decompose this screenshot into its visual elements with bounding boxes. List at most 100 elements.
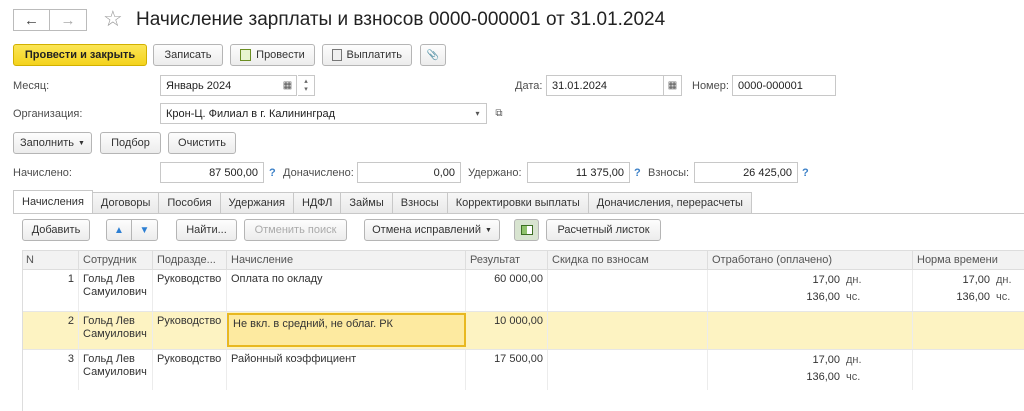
date-field[interactable]: 31.01.2024 (546, 75, 664, 96)
select-button[interactable]: Подбор (100, 132, 161, 154)
month-calendar-icon[interactable]: ▦ (279, 75, 297, 96)
favorite-star-icon[interactable]: ☆ (103, 6, 123, 32)
table-settings-icon[interactable] (514, 219, 539, 241)
row-n: 1 (22, 270, 79, 311)
col-employee[interactable]: Сотрудник (79, 251, 153, 269)
forward-arrow-icon: → (60, 11, 76, 29)
worked-days: 17,00 (812, 274, 840, 286)
tab-contributions[interactable]: Взносы (391, 192, 448, 213)
post-doc-icon (240, 49, 252, 61)
tab-accruals[interactable]: Начисления (13, 190, 93, 213)
col-department[interactable]: Подразде... (153, 251, 227, 269)
page-title: Начисление зарплаты и взносов 0000-00000… (136, 9, 666, 30)
pay-button[interactable]: Выплатить (322, 44, 412, 66)
fill-button-label: Заполнить (20, 137, 75, 149)
col-contribution-discount[interactable]: Скидка по взносам (548, 251, 708, 269)
tab-contracts[interactable]: Договоры (91, 192, 160, 213)
number-label: Номер: (692, 80, 729, 92)
move-buttons: ▲ ▼ (106, 219, 158, 241)
payslip-button[interactable]: Расчетный листок (546, 219, 661, 241)
grid-header: N Сотрудник Подразде... Начисление Резул… (22, 250, 1024, 270)
norm-days: 17,00 (962, 274, 990, 286)
tab-recalculations[interactable]: Доначисления, перерасчеты (587, 192, 752, 213)
table-row-selected[interactable]: 2 Гольд Лев Самуилович Руководство Не вкл… (22, 311, 1024, 349)
row-employee: Гольд Лев Самуилович (79, 270, 153, 311)
col-accrual[interactable]: Начисление (227, 251, 466, 269)
cancel-corrections-button[interactable]: Отмена исправлений ▼ (364, 219, 500, 241)
row-result: 10 000,00 (466, 312, 548, 349)
fill-button[interactable]: Заполнить ▼ (13, 132, 92, 154)
organization-field[interactable]: Крон-Ц. Филиал в г. Калининград (160, 103, 470, 124)
chevron-down-icon: ▼ (484, 226, 492, 234)
accrued-field: 87 500,00 (160, 162, 264, 183)
row-discount (548, 350, 708, 390)
find-button[interactable]: Найти... (176, 219, 237, 241)
norm-hours: 136,00 (956, 291, 990, 303)
withheld-help-icon[interactable]: ? (634, 167, 641, 179)
worked-hours: 136,00 (806, 291, 840, 303)
spin-up-icon[interactable]: ▴ (304, 78, 308, 86)
tab-benefits[interactable]: Пособия (158, 192, 221, 213)
employee-name-line2: Самуилович (83, 286, 147, 298)
row-norm (913, 312, 1024, 349)
back-button[interactable]: ← (13, 9, 50, 31)
pay-button-label: Выплатить (346, 49, 402, 61)
date-calendar-icon[interactable]: ▦ (664, 75, 682, 96)
post-button[interactable]: Провести (230, 44, 315, 66)
row-discount (548, 270, 708, 311)
table-row[interactable]: 1 Гольд Лев Самуилович Руководство Оплата… (22, 270, 1024, 311)
withheld-field: 11 375,00 (527, 162, 630, 183)
col-result[interactable]: Результат (466, 251, 548, 269)
row-discount (548, 312, 708, 349)
month-field[interactable]: Январь 2024 (160, 75, 280, 96)
organization-dropdown-icon[interactable]: ▾ (469, 103, 487, 124)
paperclip-icon: 📎 (426, 49, 440, 61)
tab-loans[interactable]: Займы (340, 192, 393, 213)
contributions-help-icon[interactable]: ? (802, 167, 809, 179)
move-down-arrow-icon[interactable]: ▼ (132, 219, 158, 241)
move-up-arrow-icon[interactable]: ▲ (106, 219, 132, 241)
col-worked[interactable]: Отработано (оплачено) (708, 251, 913, 269)
post-and-close-button[interactable]: Провести и закрыть (13, 44, 147, 66)
row-accrual-active-cell[interactable]: Не вкл. в средний, не облаг. РК (227, 313, 466, 347)
back-arrow-icon: ← (24, 11, 39, 29)
open-link-icon[interactable]: ⧉ (491, 103, 507, 124)
employee-name-line1: Гольд Лев (83, 353, 135, 365)
tab-deductions[interactable]: Удержания (219, 192, 294, 213)
chevron-down-icon: ▼ (78, 139, 85, 147)
row-norm (913, 350, 1024, 390)
cancel-search-button[interactable]: Отменить поиск (244, 219, 347, 241)
row-department: Руководство (153, 350, 227, 390)
nav-group: ← → (13, 9, 87, 31)
additional-label: Доначислено: (283, 167, 354, 179)
month-spinner[interactable]: ▴ ▾ (298, 75, 315, 96)
unit-hours: чс. (846, 291, 861, 303)
tab-payment-corrections[interactable]: Корректировки выплаты (446, 192, 589, 213)
clear-button[interactable]: Очистить (168, 132, 236, 154)
row-norm: 17,00 дн. 136,00 чс. (913, 270, 1024, 311)
number-field[interactable]: 0000-000001 (732, 75, 836, 96)
row-worked: 17,00 дн. 136,00 чс. (708, 270, 913, 311)
employee-name-line1: Гольд Лев (83, 273, 135, 285)
table-row[interactable]: 3 Гольд Лев Самуилович Руководство Районн… (22, 349, 1024, 390)
row-n: 2 (22, 312, 79, 349)
worked-days: 17,00 (812, 354, 840, 366)
col-norm[interactable]: Норма времени (913, 251, 1024, 269)
post-button-label: Провести (256, 49, 305, 61)
worked-hours: 136,00 (806, 371, 840, 383)
row-accrual: Оплата по окладу (227, 270, 466, 311)
spin-down-icon[interactable]: ▾ (304, 86, 308, 94)
row-worked (708, 312, 913, 349)
row-worked: 17,00 дн. 136,00 чс. (708, 350, 913, 390)
add-row-button[interactable]: Добавить (22, 219, 90, 241)
col-n[interactable]: N (22, 251, 79, 269)
save-button[interactable]: Записать (153, 44, 223, 66)
forward-button[interactable]: → (50, 9, 87, 31)
row-result: 60 000,00 (466, 270, 548, 311)
tab-ndfl[interactable]: НДФЛ (292, 192, 342, 213)
row-department: Руководство (153, 312, 227, 349)
attach-button[interactable]: 📎 (420, 44, 446, 66)
grid-body: 1 Гольд Лев Самуилович Руководство Оплата… (22, 270, 1024, 390)
accrued-help-icon[interactable]: ? (269, 167, 276, 179)
unit-hours: чс. (996, 291, 1011, 303)
